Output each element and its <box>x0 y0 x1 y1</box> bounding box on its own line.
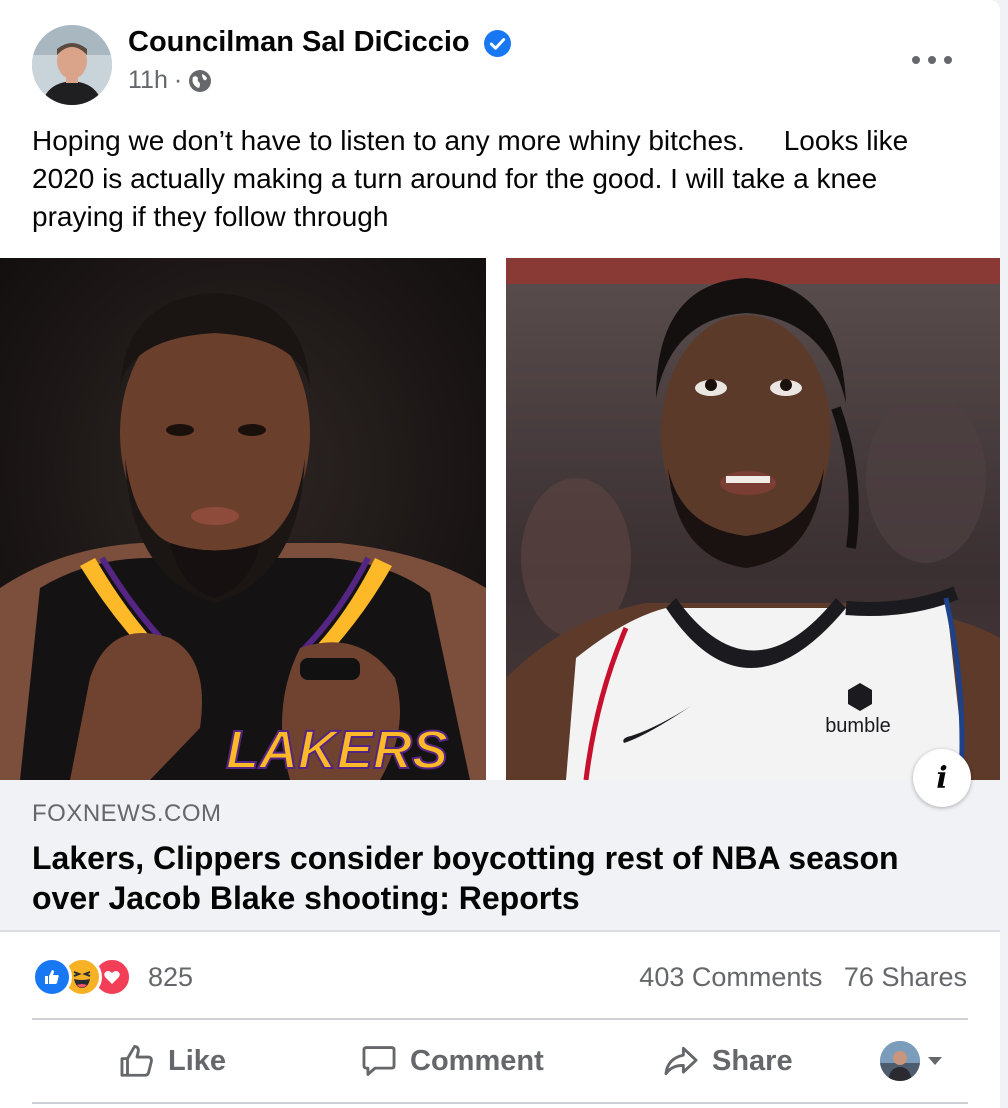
share-button[interactable]: Share <box>662 1020 793 1102</box>
divider <box>32 1102 968 1104</box>
author-avatar[interactable] <box>32 25 112 105</box>
right-jersey-text: bumble <box>825 715 891 737</box>
more-options-icon[interactable] <box>912 46 952 74</box>
link-preview[interactable]: FOXNEWS.COM Lakers, Clippers consider bo… <box>0 780 1000 932</box>
action-bar: Like Comment Share <box>32 1020 968 1102</box>
link-domain: FOXNEWS.COM <box>32 800 222 827</box>
chevron-down-icon <box>928 1057 942 1065</box>
comment-button[interactable]: Comment <box>360 1020 544 1102</box>
post-header: Councilman Sal DiCiccio 11h · <box>0 0 1000 112</box>
more-dot <box>944 56 952 64</box>
post-card: Councilman Sal DiCiccio 11h · Hoping we … <box>0 0 1000 1108</box>
post-text: Hoping we don’t have to listen to any mo… <box>32 125 917 232</box>
comments-count[interactable]: 403 Comments <box>639 962 822 992</box>
like-label: Like <box>168 1044 227 1077</box>
post-as-selector[interactable] <box>880 1020 942 1102</box>
shares-count[interactable]: 76 Shares <box>844 962 967 992</box>
info-icon[interactable]: i <box>913 749 971 807</box>
clippers-player-photo: bumble <box>506 258 1000 780</box>
user-avatar <box>880 1041 920 1081</box>
comment-icon <box>362 1046 396 1076</box>
more-dot <box>912 56 920 64</box>
share-arrow-icon <box>664 1046 698 1076</box>
like-button[interactable]: Like <box>118 1020 226 1102</box>
thumbs-up-icon <box>120 1045 153 1077</box>
meta-separator: · <box>173 66 183 94</box>
comment-label: Comment <box>410 1044 544 1077</box>
more-dot <box>928 56 936 64</box>
like-reaction-icon <box>32 957 72 997</box>
verified-badge-icon <box>484 30 511 57</box>
link-preview-image[interactable]: LAKERS bumble <box>0 258 1000 780</box>
left-jersey-text: LAKERS <box>226 720 448 780</box>
engagement-counts: 403 Comments 76 Shares <box>639 962 967 993</box>
post-meta: 11h · <box>128 66 212 95</box>
globe-icon <box>189 69 212 92</box>
reaction-summary[interactable]: 825 <box>32 955 193 999</box>
reaction-count[interactable]: 825 <box>148 962 193 993</box>
author-name[interactable]: Councilman Sal DiCiccio <box>128 26 470 59</box>
share-label: Share <box>712 1044 793 1077</box>
lakers-player-photo: LAKERS <box>0 258 486 780</box>
link-title[interactable]: Lakers, Clippers consider boycotting res… <box>32 838 962 918</box>
post-timestamp[interactable]: 11h <box>128 66 168 95</box>
